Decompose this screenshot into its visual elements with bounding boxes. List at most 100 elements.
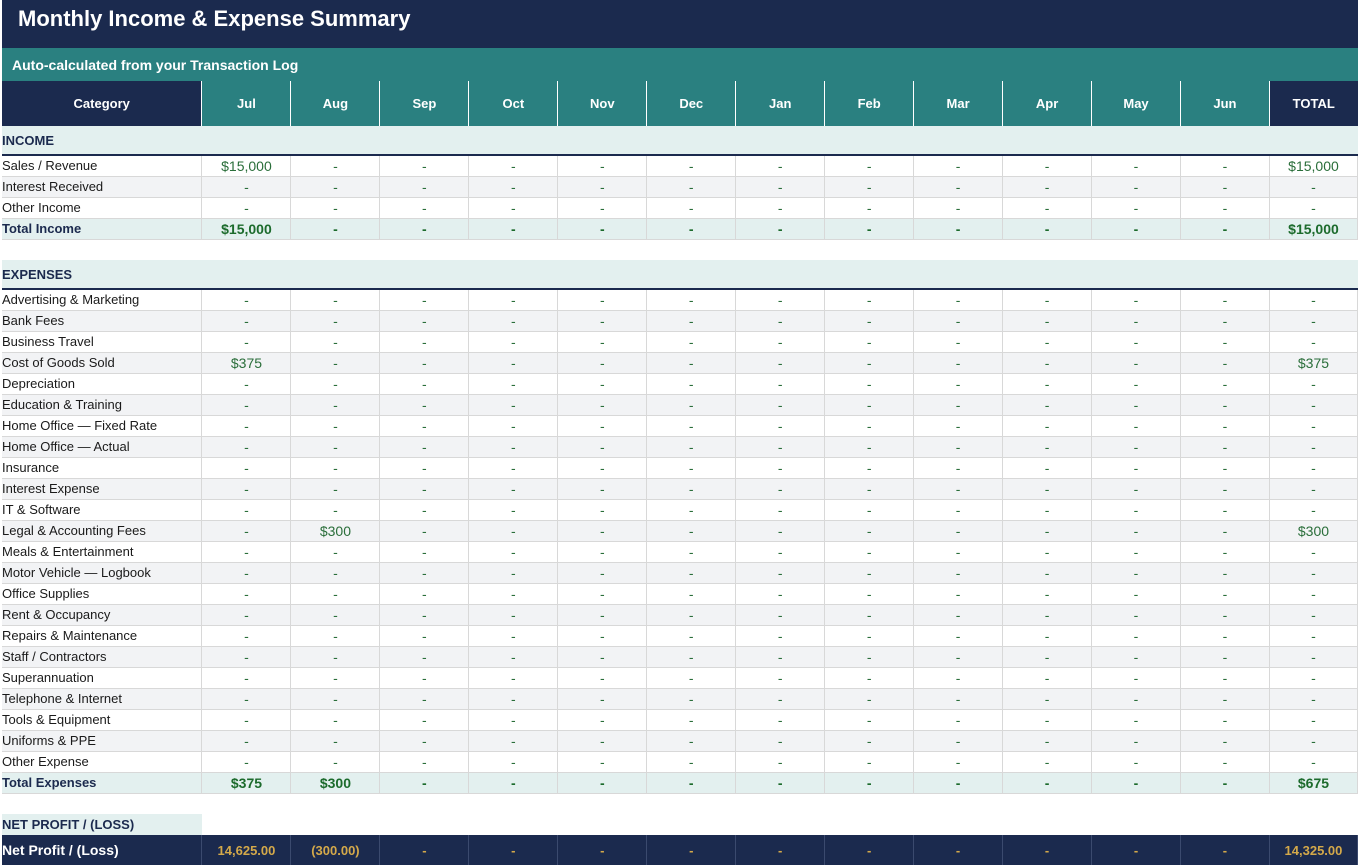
cell-may[interactable]: - xyxy=(1091,646,1181,668)
column-header-jul[interactable]: Jul xyxy=(201,81,292,126)
cell-may[interactable]: - xyxy=(1091,520,1181,542)
row-label[interactable]: Rent & Occupancy xyxy=(2,604,203,626)
cell-nov[interactable]: - xyxy=(557,562,648,584)
cell-sep[interactable]: - xyxy=(379,478,470,500)
cell-mar[interactable]: - xyxy=(913,499,1004,521)
cell-jun[interactable]: - xyxy=(1180,331,1270,353)
row-label[interactable]: Telephone & Internet xyxy=(2,688,203,710)
cell-nov[interactable]: - xyxy=(557,667,648,689)
cell-aug[interactable]: - xyxy=(290,176,381,198)
total-expenses-row-cell-aug[interactable]: $300 xyxy=(290,772,381,794)
total-expenses-row-cell-oct[interactable]: - xyxy=(468,772,559,794)
cell-feb[interactable]: - xyxy=(824,289,915,311)
cell-dec[interactable]: - xyxy=(646,352,737,374)
row-label[interactable]: Other Expense xyxy=(2,751,203,773)
cell-total[interactable]: - xyxy=(1269,667,1358,689)
cell-aug[interactable]: - xyxy=(290,289,381,311)
cell-may[interactable]: - xyxy=(1091,688,1181,710)
row-label[interactable]: Uniforms & PPE xyxy=(2,730,203,752)
cell-dec[interactable]: - xyxy=(646,667,737,689)
column-header-feb[interactable]: Feb xyxy=(824,81,915,126)
cell-dec[interactable]: - xyxy=(646,373,737,395)
cell-jul[interactable]: - xyxy=(201,520,292,542)
cell-nov[interactable]: - xyxy=(557,331,648,353)
cell-nov[interactable]: - xyxy=(557,289,648,311)
cell-sep[interactable]: - xyxy=(379,625,470,647)
cell-mar[interactable]: - xyxy=(913,562,1004,584)
cell-aug[interactable]: - xyxy=(290,730,381,752)
cell-jul[interactable]: - xyxy=(201,176,292,198)
cell-apr[interactable]: - xyxy=(1002,373,1093,395)
cell-apr[interactable]: - xyxy=(1002,310,1093,332)
cell-jan[interactable]: - xyxy=(735,646,826,668)
cell-aug[interactable]: - xyxy=(290,499,381,521)
cell-jul[interactable]: $375 xyxy=(201,352,292,374)
total-expenses-row-cell-jun[interactable]: - xyxy=(1180,772,1270,794)
row-label[interactable]: Superannuation xyxy=(2,667,203,689)
cell-aug[interactable]: - xyxy=(290,583,381,605)
cell-jun[interactable]: - xyxy=(1180,197,1270,219)
cell-may[interactable]: - xyxy=(1091,289,1181,311)
cell-mar[interactable]: - xyxy=(913,625,1004,647)
cell-may[interactable]: - xyxy=(1091,709,1181,731)
total-expenses-row-cell-feb[interactable]: - xyxy=(824,772,915,794)
cell-total[interactable]: - xyxy=(1269,331,1358,353)
cell-feb[interactable]: - xyxy=(824,394,915,416)
cell-aug[interactable]: - xyxy=(290,352,381,374)
cell-dec[interactable]: - xyxy=(646,155,737,177)
cell-aug[interactable]: - xyxy=(290,310,381,332)
net-profit-label[interactable]: Net Profit / (Loss) xyxy=(2,835,203,865)
total-expenses-row-label[interactable]: Total Expenses xyxy=(2,772,203,794)
cell-may[interactable]: - xyxy=(1091,373,1181,395)
cell-sep[interactable]: - xyxy=(379,310,470,332)
row-label[interactable]: Interest Expense xyxy=(2,478,203,500)
cell-jul[interactable]: - xyxy=(201,688,292,710)
row-label[interactable]: Repairs & Maintenance xyxy=(2,625,203,647)
cell-sep[interactable]: - xyxy=(379,394,470,416)
cell-jun[interactable]: - xyxy=(1180,688,1270,710)
cell-aug[interactable]: - xyxy=(290,457,381,479)
cell-jul[interactable]: - xyxy=(201,730,292,752)
cell-oct[interactable]: - xyxy=(468,520,559,542)
cell-apr[interactable]: - xyxy=(1002,436,1093,458)
cell-apr[interactable]: - xyxy=(1002,520,1093,542)
cell-nov[interactable]: - xyxy=(557,457,648,479)
cell-sep[interactable]: - xyxy=(379,499,470,521)
net-profit-cell-nov[interactable]: - xyxy=(557,835,648,865)
cell-oct[interactable]: - xyxy=(468,541,559,563)
cell-sep[interactable]: - xyxy=(379,331,470,353)
cell-apr[interactable]: - xyxy=(1002,352,1093,374)
column-header-category[interactable]: Category xyxy=(2,81,203,126)
total-expenses-row-cell-jan[interactable]: - xyxy=(735,772,826,794)
cell-feb[interactable]: - xyxy=(824,562,915,584)
cell-may[interactable]: - xyxy=(1091,155,1181,177)
cell-dec[interactable]: - xyxy=(646,289,737,311)
cell-jun[interactable]: - xyxy=(1180,457,1270,479)
cell-total[interactable]: - xyxy=(1269,604,1358,626)
cell-aug[interactable]: - xyxy=(290,415,381,437)
cell-aug[interactable]: - xyxy=(290,331,381,353)
cell-jan[interactable]: - xyxy=(735,155,826,177)
cell-may[interactable]: - xyxy=(1091,436,1181,458)
cell-sep[interactable]: - xyxy=(379,562,470,584)
cell-apr[interactable]: - xyxy=(1002,289,1093,311)
cell-may[interactable]: - xyxy=(1091,457,1181,479)
cell-feb[interactable]: - xyxy=(824,197,915,219)
net-profit-cell-oct[interactable]: - xyxy=(468,835,559,865)
net-profit-cell-jan[interactable]: - xyxy=(735,835,826,865)
column-header-nov[interactable]: Nov xyxy=(557,81,648,126)
cell-dec[interactable]: - xyxy=(646,625,737,647)
cell-apr[interactable]: - xyxy=(1002,709,1093,731)
column-header-may[interactable]: May xyxy=(1091,81,1181,126)
row-label[interactable]: Interest Received xyxy=(2,176,203,198)
total-income-row-cell-total[interactable]: $15,000 xyxy=(1269,218,1358,240)
column-header-aug[interactable]: Aug xyxy=(290,81,381,126)
net-profit-cell-apr[interactable]: - xyxy=(1002,835,1093,865)
total-income-row-cell-aug[interactable]: - xyxy=(290,218,381,240)
cell-jun[interactable]: - xyxy=(1180,709,1270,731)
net-profit-cell-jul[interactable]: 14,625.00 xyxy=(201,835,292,865)
cell-nov[interactable]: - xyxy=(557,520,648,542)
cell-oct[interactable]: - xyxy=(468,583,559,605)
cell-jan[interactable]: - xyxy=(735,520,826,542)
cell-may[interactable]: - xyxy=(1091,352,1181,374)
